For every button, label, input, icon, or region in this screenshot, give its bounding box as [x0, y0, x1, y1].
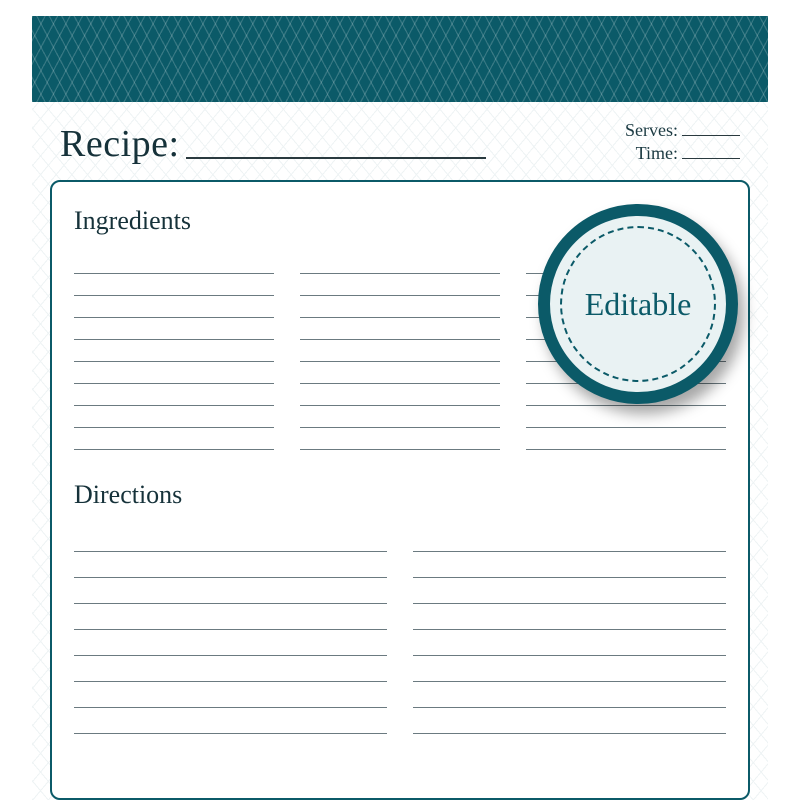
writing-line[interactable]: [74, 340, 274, 362]
writing-line[interactable]: [74, 656, 387, 682]
serves-row: Serves:: [625, 120, 740, 141]
writing-line[interactable]: [413, 708, 726, 734]
writing-line[interactable]: [74, 604, 387, 630]
chevron-header-band: [32, 16, 768, 102]
writing-line[interactable]: [526, 406, 726, 428]
directions-columns: [74, 526, 726, 734]
writing-line[interactable]: [74, 274, 274, 296]
writing-line[interactable]: [300, 384, 500, 406]
writing-line[interactable]: [74, 578, 387, 604]
writing-line[interactable]: [413, 682, 726, 708]
writing-line[interactable]: [74, 552, 387, 578]
writing-column: [74, 252, 274, 450]
writing-line[interactable]: [74, 406, 274, 428]
recipe-page: Recipe: Serves: Time: Ingredients Direct…: [32, 16, 768, 800]
serves-label: Serves:: [625, 120, 678, 141]
writing-line[interactable]: [300, 296, 500, 318]
time-row: Time:: [625, 143, 740, 164]
writing-line[interactable]: [300, 362, 500, 384]
directions-heading: Directions: [74, 480, 726, 510]
writing-line[interactable]: [413, 526, 726, 552]
writing-column: [300, 252, 500, 450]
meta-block: Serves: Time:: [625, 120, 740, 166]
writing-line[interactable]: [74, 384, 274, 406]
writing-line[interactable]: [300, 318, 500, 340]
writing-line[interactable]: [74, 252, 274, 274]
writing-line[interactable]: [300, 274, 500, 296]
writing-column: [413, 526, 726, 734]
editable-badge-text: Editable: [585, 286, 692, 323]
serves-input-line[interactable]: [682, 135, 740, 136]
writing-line[interactable]: [413, 656, 726, 682]
writing-line[interactable]: [413, 630, 726, 656]
writing-line[interactable]: [300, 340, 500, 362]
writing-line[interactable]: [74, 296, 274, 318]
writing-line[interactable]: [74, 682, 387, 708]
writing-line[interactable]: [300, 406, 500, 428]
writing-line[interactable]: [300, 428, 500, 450]
recipe-name-input-line[interactable]: [186, 157, 486, 159]
time-input-line[interactable]: [682, 158, 740, 159]
writing-line[interactable]: [74, 630, 387, 656]
writing-line[interactable]: [74, 318, 274, 340]
writing-line[interactable]: [526, 428, 726, 450]
writing-line[interactable]: [300, 252, 500, 274]
writing-line[interactable]: [74, 708, 387, 734]
header-row: Recipe: Serves: Time:: [32, 102, 768, 166]
editable-badge: Editable: [538, 204, 738, 404]
writing-column: [74, 526, 387, 734]
writing-line[interactable]: [413, 604, 726, 630]
recipe-label: Recipe:: [60, 122, 180, 166]
writing-line[interactable]: [413, 578, 726, 604]
writing-line[interactable]: [413, 552, 726, 578]
writing-line[interactable]: [74, 428, 274, 450]
writing-line[interactable]: [74, 526, 387, 552]
writing-line[interactable]: [74, 362, 274, 384]
time-label: Time:: [636, 143, 678, 164]
